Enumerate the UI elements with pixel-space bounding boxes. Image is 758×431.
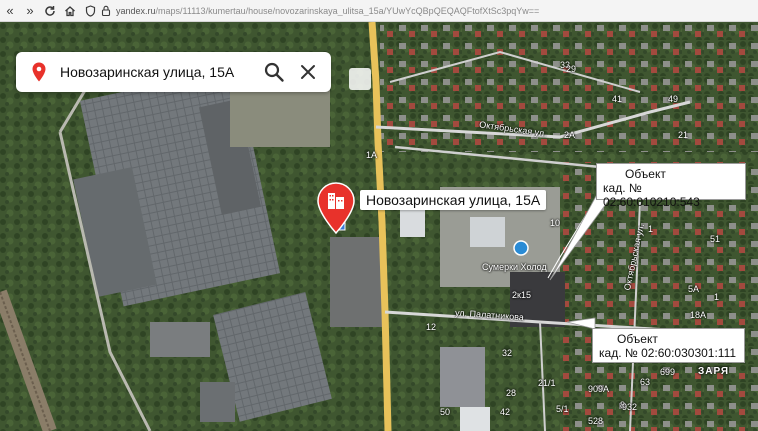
house-number: 699 bbox=[660, 367, 676, 377]
callout-title: Объект bbox=[625, 167, 666, 181]
map-pin-icon bbox=[32, 62, 46, 82]
shop-label: Сумерки Холод bbox=[482, 262, 547, 272]
house-number: 32 bbox=[502, 348, 513, 358]
house-number: 12 bbox=[426, 322, 437, 332]
house-number: 21/1 bbox=[538, 378, 556, 388]
house-number: 49 bbox=[668, 94, 679, 104]
map-canvas[interactable]: Октябрьская ул. ул. Палатникова Октябрьс… bbox=[0, 22, 758, 431]
house-number: 5/1 bbox=[556, 404, 569, 414]
reload-icon[interactable] bbox=[40, 1, 60, 21]
house-number: 10 bbox=[550, 218, 561, 228]
house-number: 41 bbox=[612, 94, 623, 104]
house-number: 5А bbox=[688, 284, 700, 294]
house-number: 29 bbox=[566, 64, 577, 74]
house-number: 1 bbox=[714, 292, 720, 302]
home-icon[interactable] bbox=[60, 1, 80, 21]
house-number: 18А bbox=[690, 310, 707, 320]
house-number: 528 bbox=[588, 416, 604, 426]
url-domain: yandex.ru bbox=[116, 5, 156, 16]
map-marker[interactable] bbox=[316, 182, 356, 234]
house-number: 50 bbox=[440, 407, 451, 417]
callout-cadastral-number: кад. № 02:60:010210:543 bbox=[603, 181, 700, 209]
house-number: 21 bbox=[678, 130, 689, 140]
marker-label[interactable]: Новозаринская улица, 15А bbox=[360, 190, 547, 210]
house-number: 2А bbox=[564, 130, 576, 140]
house-number: 51 bbox=[710, 234, 721, 244]
house-number: 1А bbox=[366, 150, 378, 160]
search-icon[interactable] bbox=[263, 61, 285, 83]
house-number: 932 bbox=[622, 402, 638, 412]
house-number: 28 bbox=[506, 388, 517, 398]
house-number: 909А bbox=[588, 384, 610, 394]
callout-title: Объект bbox=[617, 332, 658, 346]
callout-object-1: Объект кад. № 02:60:010210:543 bbox=[596, 163, 746, 209]
search-query[interactable]: Новозаринская улица, 15А bbox=[60, 64, 263, 80]
callout-object-2: Объект кад. № 02:60:030301:111 bbox=[592, 328, 745, 363]
back-double-icon[interactable]: « bbox=[0, 1, 20, 21]
address-bar[interactable]: yandex.ru/maps/11113/kumertau/house/novo… bbox=[116, 6, 539, 16]
browser-toolbar: « » yandex.ru/maps/11113/kumertau/house/… bbox=[0, 0, 758, 22]
lock-icon bbox=[100, 1, 112, 21]
close-icon[interactable] bbox=[299, 63, 317, 81]
district-label: ЗАРЯ bbox=[698, 366, 730, 377]
shield-icon bbox=[80, 1, 100, 21]
house-number: 63 bbox=[640, 377, 651, 387]
search-box[interactable]: Новозаринская улица, 15А bbox=[16, 52, 331, 92]
callout-cadastral-number: кад. № 02:60:030301:111 bbox=[599, 346, 737, 360]
map-layers-button[interactable] bbox=[349, 68, 371, 90]
house-number: 2к15 bbox=[512, 290, 531, 300]
house-number: 42 bbox=[500, 407, 511, 417]
house-number: 1 bbox=[648, 224, 654, 234]
url-path: /maps/11113/kumertau/house/novozarinskay… bbox=[155, 5, 540, 16]
forward-double-icon[interactable]: » bbox=[20, 1, 40, 21]
